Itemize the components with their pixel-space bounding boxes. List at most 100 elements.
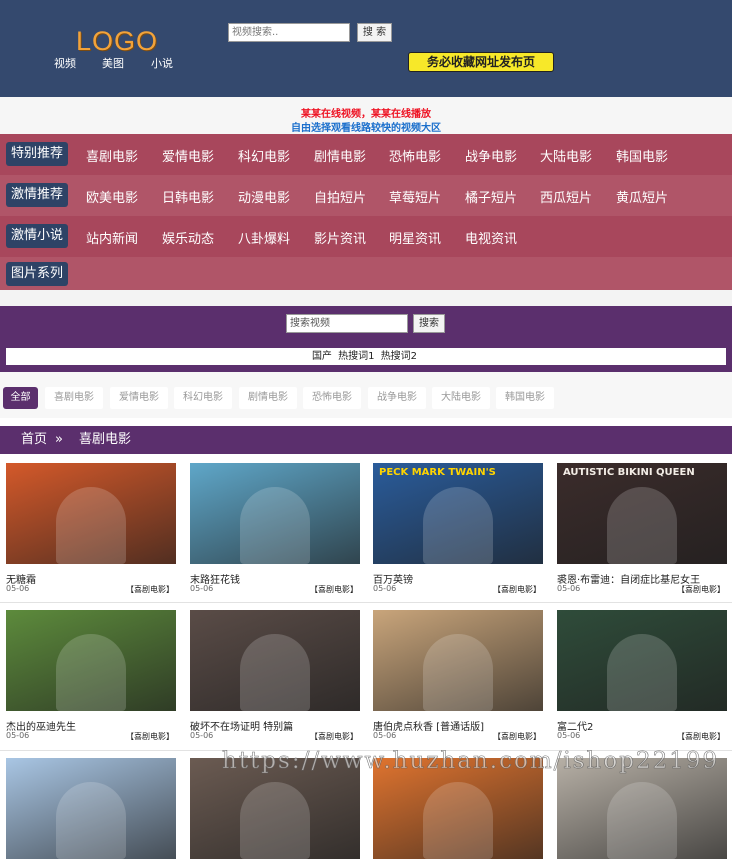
breadcrumb: 首页 » 喜剧电影 — [0, 426, 732, 454]
poster-figure — [56, 487, 126, 564]
breadcrumb-home[interactable]: 首页 — [21, 426, 47, 454]
poster-figure — [423, 634, 493, 711]
poster-caption: AUTISTIC BIKINI QUEEN — [563, 467, 695, 478]
hot-keyword[interactable]: 国产 — [312, 351, 332, 362]
nav-pictures[interactable]: 美图 — [102, 55, 124, 71]
menu-item[interactable]: 科幻电影 — [238, 146, 290, 165]
menu-head-special[interactable]: 特别推荐 — [6, 142, 69, 166]
breadcrumb-current: 喜剧电影 — [79, 432, 132, 447]
filter-tab[interactable]: 爱情电影 — [110, 387, 168, 409]
video-date: 05-06 — [190, 731, 214, 740]
video-category-tag[interactable]: 【喜剧电影】 — [677, 731, 725, 742]
menu-item[interactable]: 电视资讯 — [465, 228, 517, 247]
menu-item[interactable]: 橘子短片 — [465, 187, 517, 206]
poster-figure — [607, 782, 677, 859]
video-date: 05-06 — [557, 731, 581, 740]
video-poster-image[interactable] — [557, 758, 727, 859]
menu-row-special: 特别推荐 喜剧电影 爱情电影 科幻电影 剧情电影 恐怖电影 战争电影 大陆电影 … — [0, 134, 732, 175]
video-category-tag[interactable]: 【喜剧电影】 — [310, 584, 358, 595]
menu-item[interactable]: 草莓短片 — [389, 187, 441, 206]
video-date: 05-06 — [373, 731, 397, 740]
publish-page-banner[interactable]: 务必收藏网址发布页 — [408, 52, 554, 72]
nav-novels[interactable]: 小说 — [151, 55, 173, 71]
video-search-panel: 搜索视频 搜索 国产 热搜词1 热搜词2 — [0, 306, 732, 372]
menu-row-novels: 激情小说 站内新闻 娱乐动态 八卦爆料 影片资讯 明星资讯 电视资讯 — [0, 216, 732, 257]
filter-tab[interactable]: 剧情电影 — [239, 387, 297, 409]
notice-line-2: 自由选择观看线路较快的视频大区 — [291, 123, 441, 134]
hot-keyword[interactable]: 热搜词1 — [338, 351, 374, 362]
category-menu: 特别推荐 喜剧电影 爱情电影 科幻电影 剧情电影 恐怖电影 战争电影 大陆电影 … — [0, 134, 732, 290]
menu-item[interactable]: 黄瓜短片 — [616, 187, 668, 206]
video-poster-image[interactable]: PECK MARK TWAIN'S — [373, 463, 543, 564]
menu-item[interactable]: 喜剧电影 — [86, 146, 138, 165]
site-logo[interactable]: LOGO — [76, 26, 158, 57]
menu-item[interactable]: 恐怖电影 — [389, 146, 441, 165]
menu-item[interactable]: 动漫电影 — [238, 187, 290, 206]
poster-figure — [423, 782, 493, 859]
video-category-tag[interactable]: 【喜剧电影】 — [126, 584, 174, 595]
menu-item[interactable]: 剧情电影 — [314, 146, 366, 165]
video-date: 05-06 — [557, 584, 581, 593]
video-poster-image[interactable] — [190, 463, 360, 564]
site-notice: 某某在线视频，某某在线播放 自由选择观看线路较快的视频大区 — [0, 97, 732, 134]
filter-tab[interactable]: 韩国电影 — [496, 387, 554, 409]
header-search-input[interactable]: 视频搜索.. — [228, 23, 350, 42]
video-category-tag[interactable]: 【喜剧电影】 — [493, 584, 541, 595]
hot-keywords: 国产 热搜词1 热搜词2 — [6, 348, 726, 365]
video-search-input[interactable]: 搜索视频 — [286, 314, 408, 333]
menu-item[interactable]: 爱情电影 — [162, 146, 214, 165]
video-category-tag[interactable]: 【喜剧电影】 — [493, 731, 541, 742]
menu-item[interactable]: 八卦爆料 — [238, 228, 290, 247]
filter-tab[interactable]: 科幻电影 — [174, 387, 232, 409]
filter-tab[interactable]: 喜剧电影 — [45, 387, 103, 409]
video-date: 05-06 — [6, 731, 30, 740]
video-poster-image[interactable] — [373, 610, 543, 711]
notice-line-1: 某某在线视频，某某在线播放 — [301, 109, 431, 120]
video-poster-image[interactable] — [6, 610, 176, 711]
video-date: 05-06 — [373, 584, 397, 593]
video-date: 05-06 — [6, 584, 30, 593]
menu-head-pictures[interactable]: 图片系列 — [6, 262, 69, 286]
video-category-tag[interactable]: 【喜剧电影】 — [677, 584, 725, 595]
filter-tab[interactable]: 大陆电影 — [432, 387, 490, 409]
row-divider — [0, 750, 732, 751]
poster-figure — [240, 782, 310, 859]
hot-keyword[interactable]: 热搜词2 — [381, 351, 417, 362]
menu-item[interactable]: 战争电影 — [465, 146, 517, 165]
header-search-button[interactable]: 搜 索 — [357, 23, 392, 42]
menu-item[interactable]: 西瓜短片 — [540, 187, 592, 206]
poster-figure — [607, 487, 677, 564]
menu-head-passion[interactable]: 激情推荐 — [6, 183, 69, 207]
video-poster-image[interactable]: AUTISTIC BIKINI QUEEN — [557, 463, 727, 564]
video-category-tag[interactable]: 【喜剧电影】 — [126, 731, 174, 742]
nav-video[interactable]: 视频 — [54, 55, 76, 71]
menu-item[interactable]: 大陆电影 — [540, 146, 592, 165]
menu-item[interactable]: 欧美电影 — [86, 187, 138, 206]
filter-tab[interactable]: 恐怖电影 — [303, 387, 361, 409]
video-category-tag[interactable]: 【喜剧电影】 — [310, 731, 358, 742]
video-poster-image[interactable] — [557, 610, 727, 711]
poster-caption: PECK MARK TWAIN'S — [379, 467, 496, 478]
video-poster-image[interactable] — [190, 610, 360, 711]
video-poster-image[interactable] — [6, 758, 176, 859]
menu-item[interactable]: 站内新闻 — [86, 228, 138, 247]
video-search-button[interactable]: 搜索 — [413, 314, 445, 333]
video-poster-image[interactable] — [6, 463, 176, 564]
menu-divider — [0, 290, 732, 306]
menu-item[interactable]: 自拍短片 — [314, 187, 366, 206]
poster-figure — [607, 634, 677, 711]
poster-figure — [56, 634, 126, 711]
site-header: LOGO 视频 美图 小说 视频搜索.. 搜 索 务必收藏网址发布页 — [0, 0, 732, 97]
menu-item[interactable]: 影片资讯 — [314, 228, 366, 247]
menu-item[interactable]: 明星资讯 — [389, 228, 441, 247]
video-poster-image[interactable] — [190, 758, 360, 859]
menu-item[interactable]: 韩国电影 — [616, 146, 668, 165]
row-divider — [0, 602, 732, 603]
filter-tab-all[interactable]: 全部 — [3, 387, 38, 409]
menu-item[interactable]: 日韩电影 — [162, 187, 214, 206]
menu-item[interactable]: 娱乐动态 — [162, 228, 214, 247]
menu-head-novels[interactable]: 激情小说 — [6, 224, 69, 248]
filter-tab[interactable]: 战争电影 — [368, 387, 426, 409]
video-poster-image[interactable] — [373, 758, 543, 859]
poster-figure — [240, 487, 310, 564]
